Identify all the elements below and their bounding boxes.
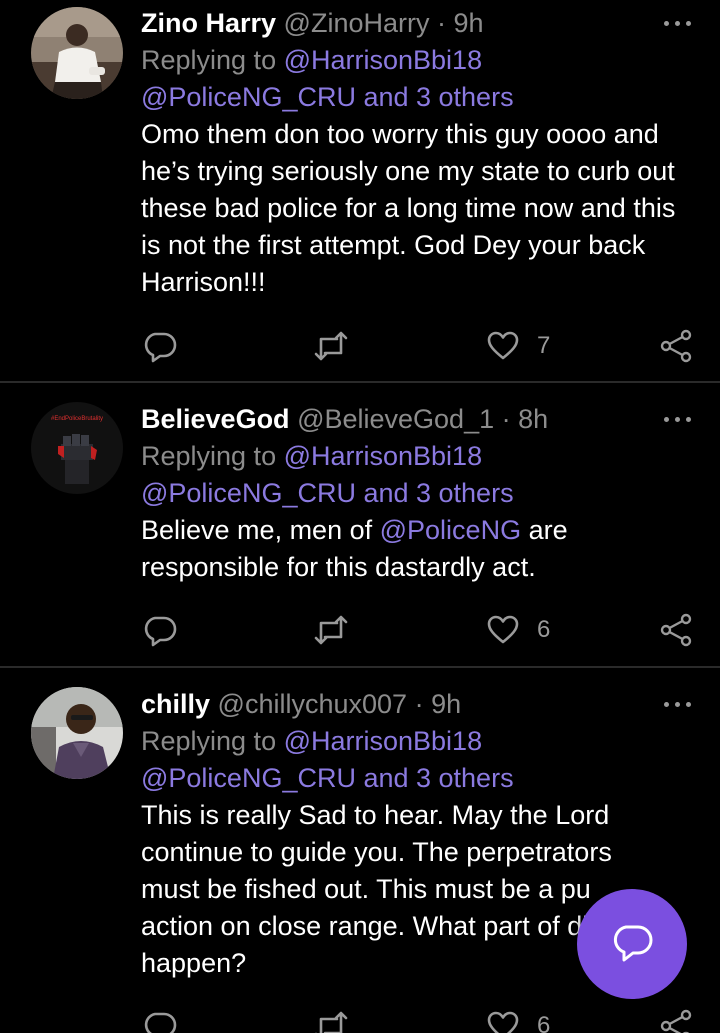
replying-to-more: @PoliceNG_CRU and 3 others: [141, 760, 701, 797]
separator-dot: ·: [501, 404, 511, 434]
user-handle[interactable]: @chillychux007: [218, 689, 408, 719]
display-name[interactable]: BelieveGod: [141, 404, 290, 434]
reply-feed: Zino Harry @ZinoHarry · 9h Replying to @…: [0, 0, 720, 1033]
retweet-icon: [314, 615, 348, 645]
retweet-icon: [315, 1011, 348, 1033]
mention-others-link[interactable]: @PoliceNG_CRU and 3 others: [141, 478, 514, 508]
like-button[interactable]: [486, 1009, 520, 1033]
reply-button[interactable]: [143, 329, 177, 363]
replying-to-label: Replying to: [141, 45, 284, 75]
reply-icon: [144, 332, 177, 363]
replying-to-line: Replying to @HarrisonBbi18: [141, 42, 701, 79]
tweet-text: Believe me, men of @PoliceNG are respons…: [141, 512, 701, 586]
like-icon: [487, 615, 519, 644]
tweet[interactable]: #EndPoliceBrutality BelieveGod @BelieveG…: [0, 383, 720, 665]
retweet-icon: [314, 331, 348, 361]
like-button[interactable]: [486, 329, 520, 363]
avatar[interactable]: [31, 7, 123, 99]
tweet-actions: 6: [141, 1009, 701, 1033]
share-icon: [660, 1009, 692, 1033]
retweet-button[interactable]: [312, 1009, 350, 1033]
replying-to-label: Replying to: [141, 441, 284, 471]
separator-dot: ·: [437, 8, 446, 38]
user-handle[interactable]: @ZinoHarry: [284, 8, 430, 38]
mention-others-link[interactable]: @PoliceNG_CRU and 3 others: [141, 82, 514, 112]
share-button[interactable]: [659, 329, 693, 363]
like-icon: [487, 1011, 519, 1033]
tweet-text: Omo them don too worry this guy oooo and…: [141, 119, 676, 297]
display-name[interactable]: chilly: [141, 689, 210, 719]
compose-message-icon: [613, 925, 653, 962]
mention-link[interactable]: @PoliceNG: [380, 515, 521, 545]
tweet-actions: 7: [141, 329, 701, 363]
replying-to-line: Replying to @HarrisonBbi18: [141, 723, 701, 760]
reply-button[interactable]: [143, 613, 177, 647]
like-count: 7: [537, 332, 551, 359]
avatar[interactable]: [31, 687, 123, 779]
like-button[interactable]: [486, 613, 520, 647]
timestamp[interactable]: 9h: [431, 689, 461, 719]
like-count: 6: [537, 616, 551, 643]
separator-dot: ·: [414, 689, 424, 719]
timestamp[interactable]: 9h: [454, 8, 484, 38]
tweet-body: BelieveGod @BelieveGod_1 · 8h Replying t…: [141, 401, 701, 586]
share-button[interactable]: [659, 1009, 693, 1033]
replying-to-line: Replying to @HarrisonBbi18: [141, 438, 701, 475]
display-name[interactable]: Zino Harry: [141, 8, 276, 38]
tweet-header: Zino Harry @ZinoHarry · 9h: [141, 5, 701, 42]
share-button[interactable]: [659, 613, 693, 647]
mention-link[interactable]: @HarrisonBbi18: [284, 726, 483, 756]
tweet-actions: 6: [141, 613, 701, 647]
like-icon: [487, 331, 519, 360]
compose-reply-button[interactable]: [577, 889, 687, 999]
retweet-button[interactable]: [312, 613, 350, 647]
replying-to-more: @PoliceNG_CRU and 3 others: [141, 79, 701, 116]
like-count: 6: [537, 1012, 551, 1033]
avatar-logo-text: #EndPoliceBrutality: [51, 416, 103, 422]
retweet-button[interactable]: [312, 329, 350, 363]
timestamp[interactable]: 8h: [518, 404, 548, 434]
tweet-text-part: Believe me, men of: [141, 515, 380, 545]
reply-icon: [144, 1012, 177, 1033]
mention-link[interactable]: @HarrisonBbi18: [284, 441, 483, 471]
mention-others-link[interactable]: @PoliceNG_CRU and 3 others: [141, 763, 514, 793]
avatar-photo-icon: [31, 687, 123, 779]
reply-icon: [144, 616, 177, 647]
avatar-photo-icon: [31, 7, 123, 99]
tweet-body: Zino Harry @ZinoHarry · 9h Replying to @…: [141, 5, 701, 301]
avatar-fist-logo-icon: #EndPoliceBrutality: [31, 402, 123, 494]
avatar[interactable]: #EndPoliceBrutality: [31, 402, 123, 494]
tweet-header: BelieveGod @BelieveGod_1 · 8h: [141, 401, 701, 438]
share-icon: [660, 613, 692, 647]
replying-to-label: Replying to: [141, 726, 284, 756]
mention-link[interactable]: @HarrisonBbi18: [284, 45, 483, 75]
tweet-header: chilly @chillychux007 · 9h: [141, 686, 701, 723]
reply-button[interactable]: [143, 1009, 177, 1033]
tweet[interactable]: Zino Harry @ZinoHarry · 9h Replying to @…: [0, 0, 720, 380]
replying-to-more: @PoliceNG_CRU and 3 others: [141, 475, 701, 512]
share-icon: [660, 329, 692, 363]
user-handle[interactable]: @BelieveGod_1: [297, 404, 494, 434]
